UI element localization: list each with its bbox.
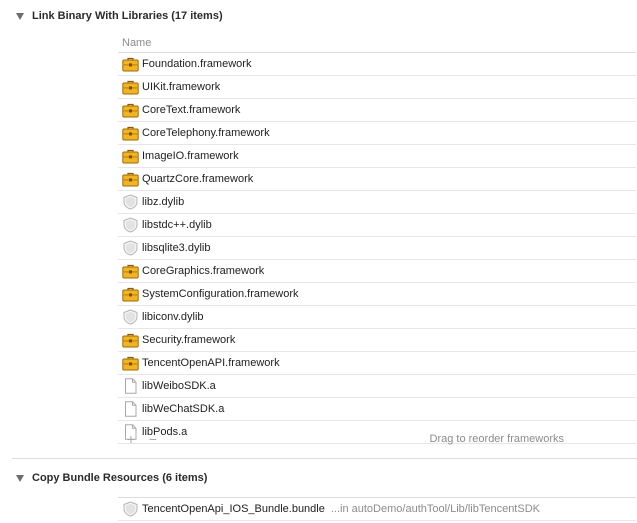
framework-toolbox-icon xyxy=(122,125,139,141)
framework-toolbox-icon xyxy=(122,355,139,371)
list-item[interactable]: CoreText.framework xyxy=(118,99,636,122)
item-label: SystemConfiguration.framework xyxy=(142,288,299,300)
list-item[interactable]: libWeiboSDK.a xyxy=(118,375,636,398)
list-item[interactable]: libWeChatSDK.a xyxy=(118,398,636,421)
list-item[interactable]: SystemConfiguration.framework xyxy=(118,283,636,306)
item-label: ImageIO.framework xyxy=(142,150,239,162)
list-item[interactable]: libsqlite3.dylib xyxy=(118,237,636,260)
item-label: libWeChatSDK.a xyxy=(142,403,225,415)
resource-list: TencentOpenApi_IOS_Bundle.bundle ...in au… xyxy=(118,498,636,521)
item-label: CoreTelephony.framework xyxy=(142,127,270,139)
item-label: Foundation.framework xyxy=(142,58,252,70)
column-header-name[interactable]: Name xyxy=(118,35,636,53)
item-label: CoreGraphics.framework xyxy=(142,265,265,277)
section-title: Copy Bundle Resources (6 items) xyxy=(32,472,208,484)
list-item[interactable]: TencentOpenAPI.framework xyxy=(118,352,636,375)
dylib-shield-icon xyxy=(122,240,139,256)
list-item[interactable]: QuartzCore.framework xyxy=(118,168,636,191)
item-label: libz.dylib xyxy=(142,196,185,208)
framework-toolbox-icon xyxy=(122,263,139,279)
framework-toolbox-icon xyxy=(122,286,139,302)
item-label: TencentOpenAPI.framework xyxy=(142,357,280,369)
item-label: QuartzCore.framework xyxy=(142,173,254,185)
framework-toolbox-icon xyxy=(122,79,139,95)
list-item[interactable]: Security.framework xyxy=(118,329,636,352)
link-binary-table: Name Foundation.framework UIKit.framework… xyxy=(118,35,636,444)
list-item[interactable]: CoreGraphics.framework xyxy=(118,260,636,283)
copy-bundle-section-header[interactable]: Copy Bundle Resources (6 items) xyxy=(0,467,637,489)
dylib-shield-icon xyxy=(122,194,139,210)
remove-library-button[interactable]: − xyxy=(142,431,164,447)
list-item[interactable]: libz.dylib xyxy=(118,191,636,214)
item-path: ...in autoDemo/authTool/Lib/libTencentSD… xyxy=(330,503,540,515)
static-library-file-icon xyxy=(122,378,139,394)
list-item[interactable]: CoreTelephony.framework xyxy=(118,122,636,145)
framework-toolbox-icon xyxy=(122,171,139,187)
copy-bundle-table: TencentOpenApi_IOS_Bundle.bundle ...in au… xyxy=(118,497,636,521)
framework-toolbox-icon xyxy=(122,56,139,72)
list-item[interactable]: TencentOpenApi_IOS_Bundle.bundle ...in au… xyxy=(118,498,636,521)
disclosure-triangle-icon[interactable] xyxy=(16,12,24,20)
item-label: CoreText.framework xyxy=(142,104,241,116)
drag-hint: Drag to reorder frameworks xyxy=(429,433,565,445)
library-list: Foundation.framework UIKit.framework CoreT… xyxy=(118,53,636,444)
item-label: libstdc++.dylib xyxy=(142,219,212,231)
list-item[interactable]: UIKit.framework xyxy=(118,76,636,99)
framework-toolbox-icon xyxy=(122,332,139,348)
item-label: TencentOpenApi_IOS_Bundle.bundle xyxy=(142,503,325,515)
item-label: libWeiboSDK.a xyxy=(142,380,216,392)
link-binary-section-header[interactable]: Link Binary With Libraries (17 items) xyxy=(0,5,637,27)
static-library-file-icon xyxy=(122,401,139,417)
list-item[interactable]: ImageIO.framework xyxy=(118,145,636,168)
section-title: Link Binary With Libraries (17 items) xyxy=(32,10,223,22)
dylib-shield-icon xyxy=(122,217,139,233)
list-item[interactable]: libstdc++.dylib xyxy=(118,214,636,237)
item-label: libsqlite3.dylib xyxy=(142,242,211,254)
add-library-button[interactable]: + xyxy=(120,431,142,447)
dylib-shield-icon xyxy=(122,309,139,325)
framework-toolbox-icon xyxy=(122,102,139,118)
disclosure-triangle-icon[interactable] xyxy=(16,474,24,482)
list-item[interactable]: libiconv.dylib xyxy=(118,306,636,329)
section-divider xyxy=(12,458,637,459)
framework-toolbox-icon xyxy=(122,148,139,164)
bundle-shield-icon xyxy=(122,501,139,517)
list-item[interactable]: Foundation.framework xyxy=(118,53,636,76)
link-binary-footer: + − Drag to reorder frameworks xyxy=(118,428,636,450)
item-label: UIKit.framework xyxy=(142,81,221,93)
item-label: libiconv.dylib xyxy=(142,311,204,323)
item-label: Security.framework xyxy=(142,334,236,346)
